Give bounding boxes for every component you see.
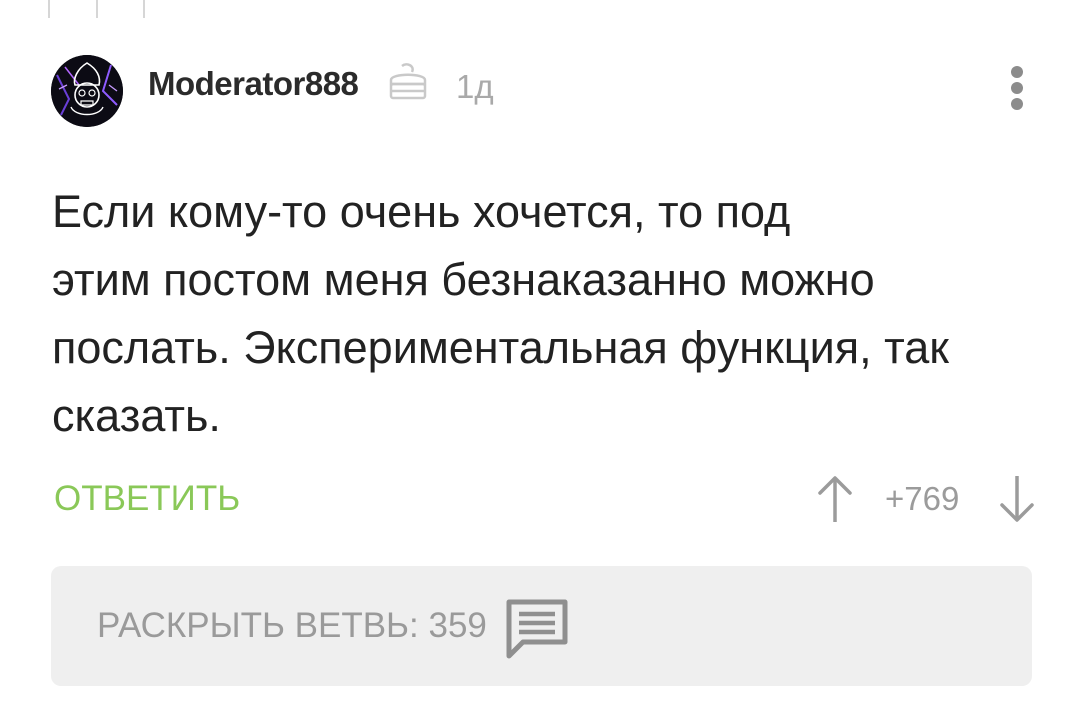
thread-line xyxy=(96,0,98,18)
more-dot xyxy=(1011,82,1023,94)
comment-time: 1д xyxy=(456,68,494,105)
comments-icon xyxy=(505,596,569,660)
more-vertical-icon xyxy=(1011,66,1023,78)
comment-page: Moderator888 1д Если кому-то очень хочет… xyxy=(0,0,1080,719)
thread-line xyxy=(48,0,50,18)
more-dot xyxy=(1011,98,1023,110)
expand-branch-button[interactable]: РАСКРЫТЬ ВЕТВЬ: 359 xyxy=(51,566,1032,686)
rating-value: +769 xyxy=(885,480,960,517)
reply-button[interactable]: ОТВЕТИТЬ xyxy=(54,478,240,520)
expand-branch-label: РАСКРЫТЬ ВЕТВЬ: 359 xyxy=(97,606,487,645)
cake-icon xyxy=(385,62,431,104)
upvote-button[interactable] xyxy=(814,472,856,526)
comment-text: Если кому-то очень хочется, то под этим … xyxy=(52,186,949,441)
more-options-button[interactable] xyxy=(1000,62,1034,112)
arrow-down-icon xyxy=(1000,476,1034,522)
arrow-up-icon xyxy=(818,476,852,522)
author-name[interactable]: Moderator888 xyxy=(148,63,359,105)
downvote-button[interactable] xyxy=(996,472,1038,526)
thread-line xyxy=(143,0,145,18)
thread-lines xyxy=(0,0,200,18)
avatar[interactable] xyxy=(51,55,123,127)
